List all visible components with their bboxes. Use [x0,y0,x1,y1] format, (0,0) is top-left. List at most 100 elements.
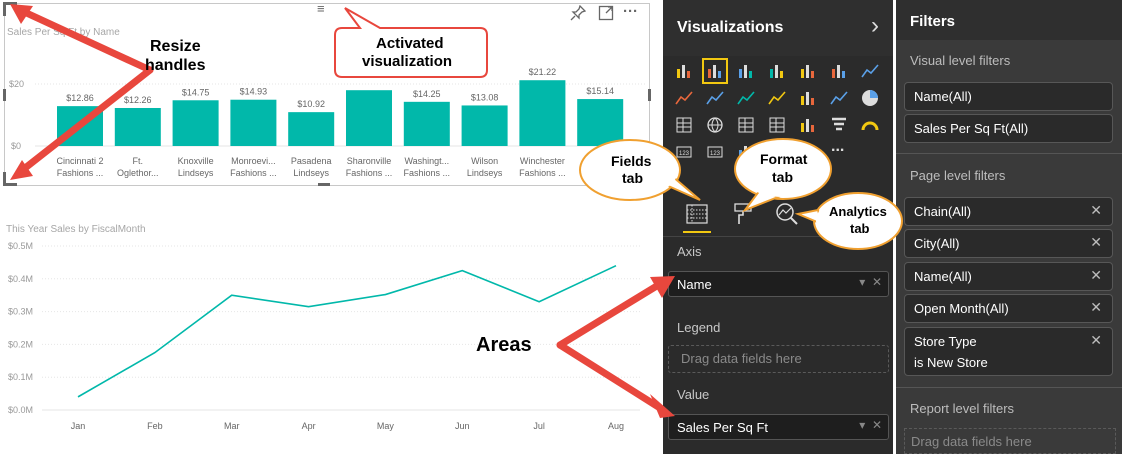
line-chart-icon[interactable] [859,60,881,82]
globe-map-icon[interactable] [704,114,726,136]
filters-pane: Filters Visual level filters Name(All) S… [896,0,1122,454]
line-chart-plot[interactable]: $0.5M $0.4M $0.3M $0.2M $0.1M $0.0M Jan Feb Mar… [0,234,650,454]
bar-3[interactable] [172,100,219,146]
bar-chart-visual[interactable]: Sales Per Sq Ft by Name ≡ ··· $20 $0 $12… [3,1,651,186]
multi-row-card-icon[interactable]: 123 [704,141,726,163]
line-x-tick: Mar [224,421,240,431]
bar-category-label: Lindseys [467,168,503,178]
bar-4[interactable] [230,99,277,146]
bar-category-label: Fashions ... [57,168,104,178]
bar-category-label: Sharonville [347,156,392,166]
close-icon[interactable]: ✕ [1090,234,1102,251]
axis-field-controls[interactable]: ▾ ✕ [859,275,882,289]
page-filter-store-type-line1: Store Type [914,334,977,349]
100-stacked-column-icon[interactable] [828,60,850,82]
bar-category-label: Fa [595,156,606,166]
page-filter-city[interactable]: City(All) ✕ [904,229,1113,258]
bar-category-label: Fashions ... [230,168,277,178]
clustered-column-icon[interactable] [797,60,819,82]
value-field-controls[interactable]: ▾ ✕ [859,418,882,432]
line-y-tick: $0.1M [8,372,33,382]
bar-value-label: $21.22 [529,67,557,77]
page-filter-open-month[interactable]: Open Month(All) ✕ [904,294,1113,323]
gauge-icon[interactable] [859,114,881,136]
100-stacked-bar-icon[interactable] [735,60,757,82]
card-icon[interactable]: 123 [673,141,695,163]
bar-y-tick-20: $20 [9,79,24,89]
line-clustered-column-icon[interactable] [735,87,757,109]
bar-10[interactable] [577,99,624,146]
line-x-tick: Jun [455,421,470,431]
bar-category-label: Lindseys [178,168,214,178]
bar-6[interactable] [346,90,392,146]
format-tab[interactable] [725,196,761,232]
bar-category-label: Oglethor... [117,168,159,178]
close-icon[interactable]: ✕ [1090,332,1102,349]
value-well[interactable]: Sales Per Sq Ft ▾ ✕ [668,414,889,440]
close-icon[interactable]: ✕ [1090,299,1102,316]
bar-8[interactable] [461,105,508,146]
page-filter-name-label: Name(All) [914,269,972,284]
bar-9[interactable] [519,80,566,146]
visual-filter-sales-label: Sales Per Sq Ft(All) [914,121,1029,136]
filters-header: Filters [896,0,1122,40]
bar-value-label: $14.93 [240,87,268,97]
stacked-column-icon[interactable] [766,60,788,82]
area-chart-icon[interactable] [673,87,695,109]
bar-chart-plot: $20 $0 $12.86 Cincinnati 2 Fashions ... $12… [9,67,645,178]
page-filter-open-month-label: Open Month(All) [914,301,1009,316]
visual-filter-sales[interactable]: Sales Per Sq Ft(All) [904,114,1113,143]
bar-value-label: $12.86 [66,93,94,103]
stacked-bar-icon[interactable] [673,60,695,82]
clustered-bar-icon[interactable] [702,58,728,84]
visualizations-header: Visualizations › [663,0,893,56]
bar-1[interactable] [57,106,103,146]
treemap-icon[interactable] [673,114,695,136]
visual-filter-name[interactable]: Name(All) [904,82,1113,111]
bar-category-label: Knoxville [178,156,214,166]
more-visuals[interactable]: ... [831,138,844,156]
bar-category-label: Ft. [133,156,144,166]
filled-map-icon[interactable] [797,114,819,136]
page-filter-city-label: City(All) [914,236,960,251]
bar-category-label: Wilson [471,156,498,166]
visual-level-filters-label: Visual level filters [910,53,1011,68]
page-level-filters-label: Page level filters [910,168,1006,183]
analytics-tab[interactable] [769,196,805,232]
line-stacked-column-icon[interactable] [766,87,788,109]
close-icon[interactable]: ✕ [1090,267,1102,284]
bar-5[interactable] [288,112,335,146]
bar-category-label: Washingt... [404,156,449,166]
fields-tab[interactable] [679,196,715,233]
bar-category-label: Fashions ... [346,168,393,178]
page-filter-store-type[interactable]: Store Type is New Store ✕ [904,327,1113,376]
legend-well[interactable]: Drag data fields here [668,345,889,373]
slicer-icon[interactable] [735,141,757,163]
page-filter-name[interactable]: Name(All) ✕ [904,262,1113,291]
value-field: Sales Per Sq Ft [677,420,769,435]
stacked-area-icon[interactable] [704,87,726,109]
filters-divider-2 [896,387,1122,388]
bar-value-label: $14.25 [413,89,441,99]
page-filter-chain[interactable]: Chain(All) ✕ [904,197,1113,226]
ribbon-chart-icon[interactable] [797,87,819,109]
collapse-chevron-icon[interactable]: › [871,12,879,40]
axis-well[interactable]: Name ▾ ✕ [668,271,889,297]
axis-field: Name [677,277,712,292]
line-x-tick: Apr [302,421,316,431]
close-icon[interactable]: ✕ [1090,202,1102,219]
matrix-icon[interactable] [766,114,788,136]
scatter-chart-icon[interactable] [828,87,850,109]
bar-category-label: Winchester [520,156,565,166]
report-filters-placeholder: Drag data fields here [911,434,1032,449]
bar-y-tick-0: $0 [11,141,21,151]
bar-category-label: Pasadena [291,156,332,166]
value-well-label: Value [677,387,710,402]
pie-chart-icon[interactable] [859,87,881,109]
table-icon[interactable] [735,114,757,136]
bar-7[interactable] [403,101,450,146]
bar-category-label: Monroevi... [231,156,276,166]
bar-2[interactable] [114,107,161,146]
funnel-icon[interactable] [828,114,850,136]
report-filters-drop-zone[interactable]: Drag data fields here [904,428,1116,454]
